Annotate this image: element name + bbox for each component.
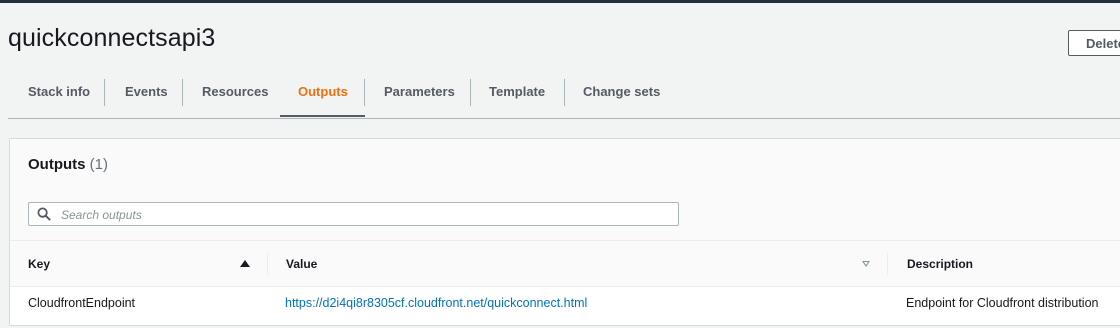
tab-template[interactable]: Template (489, 70, 545, 117)
column-divider[interactable] (887, 253, 888, 275)
outputs-count: (1) (89, 156, 109, 173)
sort-ascending-icon[interactable] (240, 260, 250, 267)
tab-events[interactable]: Events (125, 70, 168, 117)
tab-stack-info[interactable]: Stack info (28, 70, 90, 117)
tab-divider (564, 79, 565, 106)
table-row: CloudfrontEndpoint https://d2i4qi8r8305c… (10, 287, 1120, 324)
top-bar (0, 0, 1120, 3)
search-icon (37, 207, 51, 221)
outputs-panel-header: Outputs (1) (10, 139, 1120, 241)
table-header: Key Value Description (10, 241, 1120, 287)
page-title: quickconnectsapi3 (8, 24, 216, 52)
output-value-link[interactable]: https://d2i4qi8r8305cf.cloudfront.net/qu… (285, 296, 587, 310)
tab-divider (364, 79, 365, 106)
tab-divider (104, 79, 105, 106)
tab-divider (182, 79, 183, 106)
outputs-heading: Outputs (1) (28, 156, 108, 173)
column-divider[interactable] (267, 253, 268, 275)
tab-change-sets[interactable]: Change sets (583, 70, 660, 117)
stack-tabs: Stack info Events Resources Outputs Para… (8, 70, 1120, 119)
sort-icon[interactable] (862, 261, 870, 267)
output-description: Endpoint for Cloudfront distribution (906, 296, 1099, 310)
column-header-description[interactable]: Description (907, 257, 973, 271)
tab-resources[interactable]: Resources (202, 70, 268, 117)
tab-outputs[interactable]: Outputs (280, 70, 365, 117)
delete-button[interactable]: Delete (1068, 30, 1120, 56)
outputs-title: Outputs (28, 156, 86, 173)
column-header-key[interactable]: Key (28, 257, 50, 271)
search-box[interactable] (28, 202, 679, 226)
output-key: CloudfrontEndpoint (28, 296, 136, 310)
tab-parameters[interactable]: Parameters (384, 70, 455, 117)
outputs-panel: Outputs (1) Key Value Description Cloudf… (9, 138, 1120, 326)
search-input[interactable] (59, 205, 663, 225)
tab-divider (470, 79, 471, 106)
column-header-value[interactable]: Value (286, 257, 317, 271)
